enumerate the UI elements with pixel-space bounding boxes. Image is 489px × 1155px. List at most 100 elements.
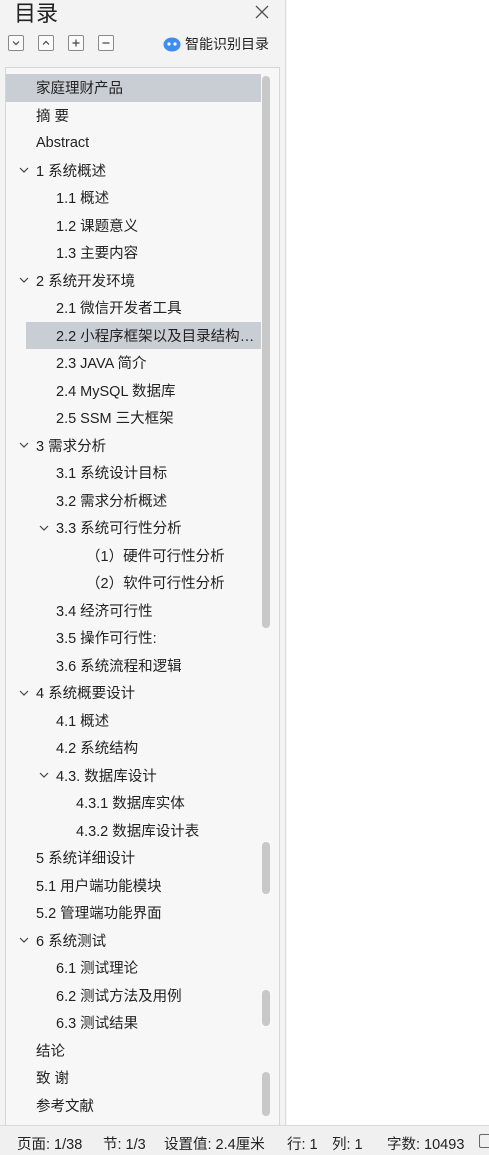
toc-item-label: 3.4 经济可行性 [56,603,153,620]
toc-item[interactable]: （1）硬件可行性分析 [6,542,261,570]
toc-item[interactable]: 1.3 主要内容 [6,239,261,267]
toc-item[interactable]: 4.2 系统结构 [6,734,261,762]
toc-item[interactable]: 4.1 概述 [6,707,261,735]
toc-item[interactable]: 5 系统详细设计 [6,844,261,872]
toc-item[interactable]: 3.3 系统可行性分析 [6,514,261,542]
chevron-down-icon[interactable] [18,274,30,286]
toc-tree-container[interactable]: 家庭理财产品摘 要 Abstract 1 系统概述 1.1 概述 1.2 课题意义 1.3… [5,67,280,1125]
scrollbar-thumb[interactable] [262,1072,270,1116]
scrollbar-thumb[interactable] [262,990,270,1026]
toc-item[interactable]: 4.3.1 数据库实体 [6,789,261,817]
smart-recognize-label: 智能识别目录 [185,36,269,52]
toc-item-label: 4.3. 数据库设计 [56,768,157,785]
toc-item-label: 6 系统测试 [36,933,107,950]
toc-item-label: 5 系统详细设计 [36,851,136,868]
close-button[interactable] [252,2,272,22]
toc-tree: 家庭理财产品摘 要 Abstract 1 系统概述 1.1 概述 1.2 课题意义 1.3… [6,74,261,1119]
toc-item[interactable]: 5.2 管理端功能界面 [6,899,261,927]
toc-item[interactable]: 2.3 JAVA 简介 [6,349,261,377]
toc-item[interactable]: 1 系统概述 [6,157,261,185]
toc-item-label: 3 需求分析 [36,438,107,455]
toc-item[interactable]: 摘 要 [6,102,261,130]
toc-item[interactable]: 1.1 概述 [6,184,261,212]
expand-level-button[interactable] [68,35,84,51]
toc-item[interactable]: （2）软件可行性分析 [6,569,261,597]
toc-item-label: 3.5 操作可行性: [56,631,157,648]
toc-item[interactable]: 5.1 用户端功能模块 [6,872,261,900]
status-row: 行: 1 [287,1137,318,1153]
toc-item[interactable]: 2.5 SSM 三大框架 [6,404,261,432]
toc-item-label: 1 系统概述 [36,163,107,180]
collapse-level-button[interactable] [98,35,114,51]
toc-item[interactable]: 结论 [6,1037,261,1065]
chevron-down-icon[interactable] [18,439,30,451]
status-words[interactable]: 字数: 10493 [387,1133,464,1154]
close-icon [255,5,269,19]
toc-item[interactable]: 4.3.2 数据库设计表 [6,817,261,845]
toc-item-label: （1）硬件可行性分析 [86,548,225,565]
toc-item[interactable]: 3.2 需求分析概述 [6,487,261,515]
toc-item[interactable]: 3.4 经济可行性 [6,597,261,625]
toc-item[interactable]: 3.1 系统设计目标 [6,459,261,487]
status-page[interactable]: 页面: 1/38 [17,1133,82,1154]
chevron-down-icon[interactable] [38,769,50,781]
chevron-down-icon[interactable] [18,687,30,699]
toc-item[interactable]: 3.6 系统流程和逻辑 [6,652,261,680]
toc-item[interactable]: Abstract [6,129,261,157]
document-area[interactable] [287,0,489,1125]
toc-item-label: 4.1 概述 [56,713,110,730]
minus-icon [102,42,110,44]
toc-item-label: 致 谢 [36,1071,70,1088]
status-checkbox[interactable] [479,1134,489,1148]
toc-item[interactable]: 6.1 测试理论 [6,954,261,982]
status-section: 节: 1/3 [103,1137,146,1153]
toc-item-label: 6.1 测试理论 [56,961,139,978]
expand-up-button[interactable] [38,35,54,51]
chevron-down-icon[interactable] [18,934,30,946]
toc-item-label: 2.4 MySQL 数据库 [56,383,176,400]
toc-item-label: 结论 [36,1043,65,1060]
toc-item[interactable]: 家庭理财产品 [6,74,261,102]
panel-title: 目录 [14,1,59,26]
scrollbar-thumb[interactable] [262,842,270,894]
status-bar: 页面: 1/38 节: 1/3 设置值: 2.4厘米 行: 1 列: 1 字数:… [0,1125,489,1155]
toc-item[interactable]: 2.1 微信开发者工具 [6,294,261,322]
toc-toolbar [8,35,114,55]
status-setting: 设置值: 2.4厘米 [164,1137,265,1153]
toc-item-label: 1.3 主要内容 [56,246,139,263]
chevron-down-icon[interactable] [38,522,50,534]
toc-item[interactable]: 6.2 测试方法及用例 [6,982,261,1010]
toc-item-label: 4.2 系统结构 [56,741,139,758]
toc-item[interactable]: 参考文献 [6,1092,261,1120]
toc-item-label: 5.1 用户端功能模块 [36,878,162,895]
status-col: 列: 1 [332,1137,363,1153]
plus-icon [72,39,80,47]
toc-item[interactable]: 1.2 课题意义 [6,212,261,240]
toc-item[interactable]: 4.3. 数据库设计 [6,762,261,790]
toc-item[interactable]: 4 系统概要设计 [6,679,261,707]
toc-item-label: 家庭理财产品 [36,81,123,98]
toc-item-label: 6.2 测试方法及用例 [56,988,182,1005]
chevron-down-icon[interactable] [18,164,30,176]
toc-item-label: 1.2 课题意义 [56,218,139,235]
toc-item-label: 3.3 系统可行性分析 [56,521,182,538]
toc-item-label: 2.1 微信开发者工具 [56,301,182,318]
toc-item[interactable]: 致 谢 [6,1064,261,1092]
toc-item-label: 2.2 小程序框架以及目录结构介绍 [56,328,255,345]
toc-item[interactable]: 6.3 测试结果 [6,1009,261,1037]
toc-item[interactable]: 2.4 MySQL 数据库 [6,377,261,405]
toc-item[interactable]: 2 系统开发环境 [6,267,261,295]
toc-item-label: 3.2 需求分析概述 [56,493,168,510]
toc-item[interactable]: 2.2 小程序框架以及目录结构介绍 [26,321,261,349]
toc-item[interactable]: 6 系统测试 [6,927,261,955]
collapse-all-button[interactable] [8,35,24,51]
chevron-up-icon [42,40,50,45]
toc-item-label: Abstract [36,134,90,151]
toc-panel: 目录 智能识别目录 家庭理财产品摘 要 Abstract 1 系统概述 1.1 概述 1… [0,0,286,1125]
toc-item-label: 4 系统概要设计 [36,686,136,703]
scrollbar-thumb[interactable] [262,76,270,628]
toc-item-label: 2.3 JAVA 简介 [56,356,147,373]
smart-recognize-button[interactable]: 智能识别目录 [162,34,269,54]
toc-item[interactable]: 3.5 操作可行性: [6,624,261,652]
toc-item[interactable]: 3 需求分析 [6,432,261,460]
